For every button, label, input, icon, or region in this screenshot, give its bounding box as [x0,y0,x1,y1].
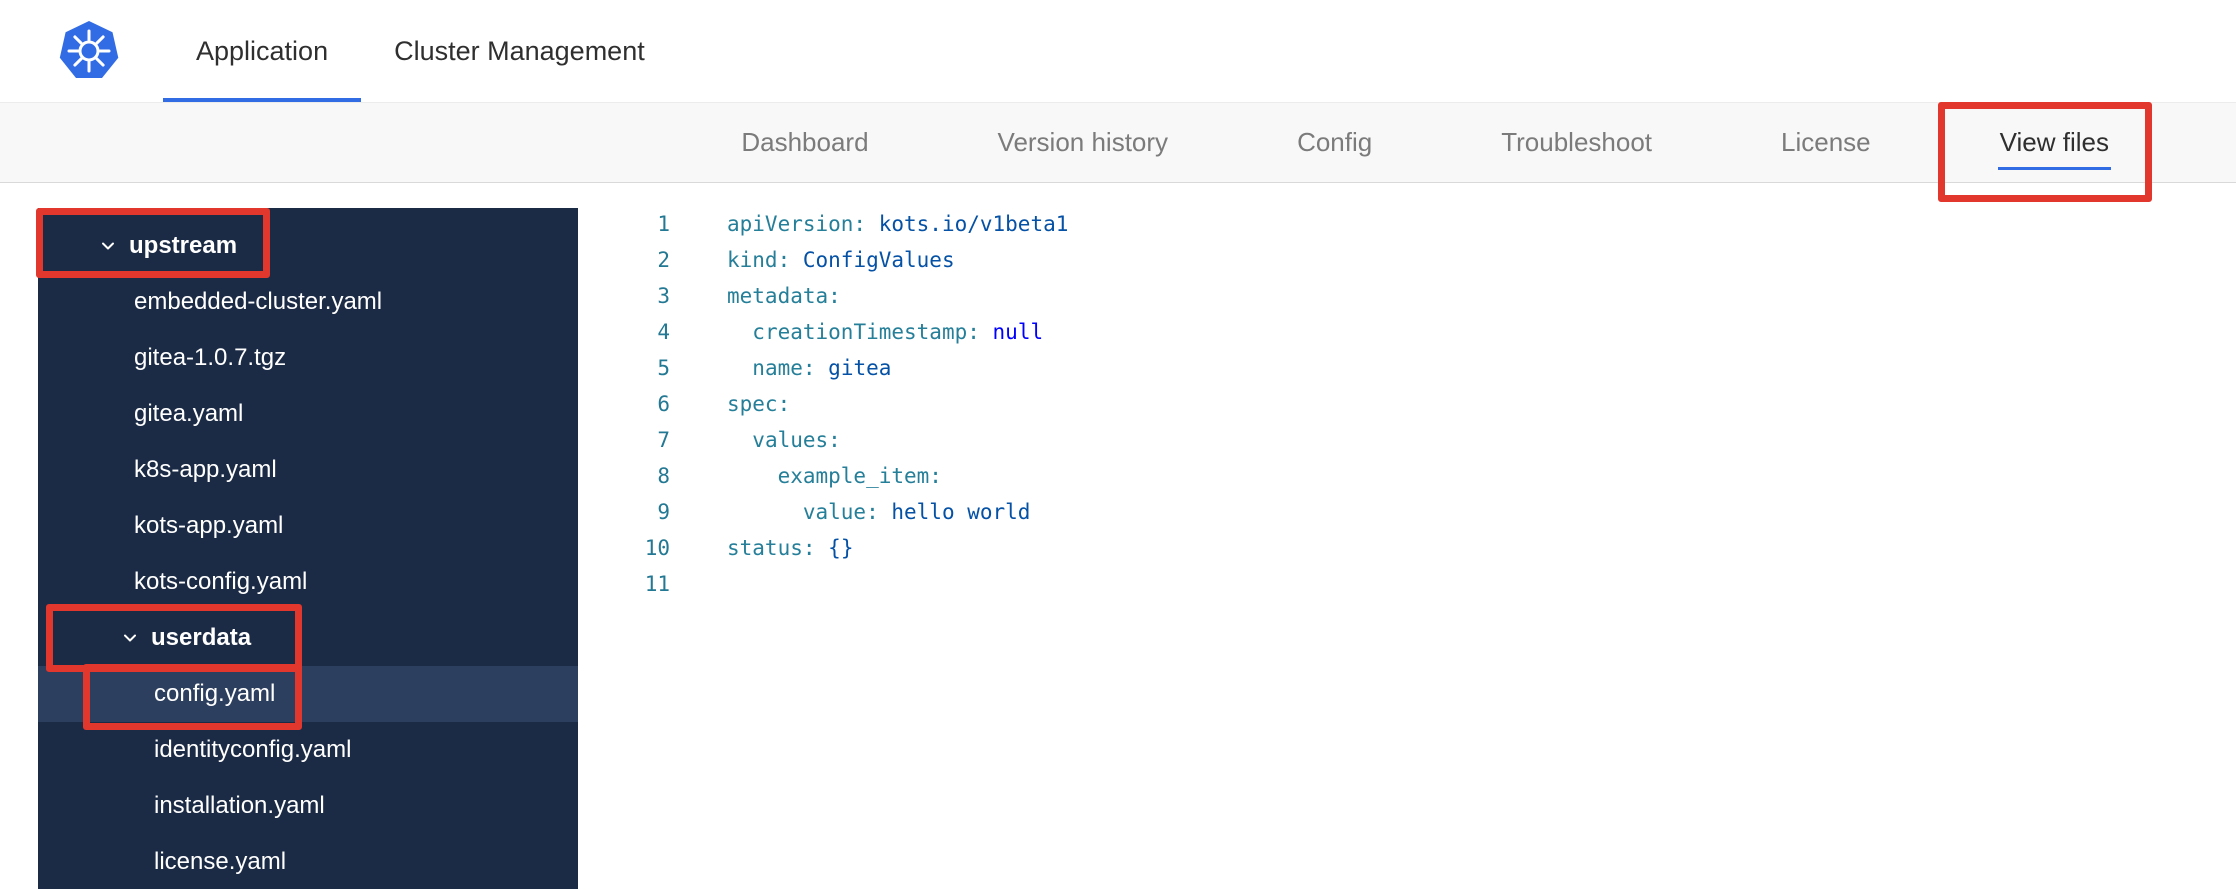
tree-item-label: kots-app.yaml [134,512,284,539]
line-number: 10 [644,536,670,560]
line-number: 11 [644,572,670,596]
app-subnav: Dashboard Version history Config Troublesho… [0,103,2236,183]
tree-file-gitea-yaml[interactable]: gitea.yaml [38,386,578,442]
tree-file-kots-config-yaml[interactable]: kots-config.yaml [38,554,578,610]
tree-item-label: installation.yaml [154,792,325,819]
main-area: upstream embedded-cluster.yaml gitea-1.0.7… [0,183,2236,889]
code-line: 4 creationTimestamp: null [578,314,2236,350]
chevron-down-icon [98,236,118,256]
tree-item-label: config.yaml [154,680,276,707]
code-line: 11 [578,566,2236,602]
tree-dir-userdata[interactable]: userdata [38,610,578,666]
code-text: apiVersion: kots.io/v1beta1 [727,212,1069,236]
line-number: 9 [657,500,670,524]
tree-item-label: license.yaml [154,848,287,875]
code-line: 6 spec: [578,386,2236,422]
line-number: 8 [657,464,670,488]
line-number: 5 [657,356,670,380]
topnav-tab-application[interactable]: Application [163,0,362,102]
tree-file-kots-app-yaml[interactable]: kots-app.yaml [38,498,578,554]
code-line: 3 metadata: [578,278,2236,314]
code-line: 7 values: [578,422,2236,458]
code-line: 10 status: {} [578,530,2236,566]
code-text: values: [752,428,841,452]
line-number: 6 [657,392,670,416]
tree-item-label: k8s-app.yaml [134,456,277,483]
code-line: 8 example_item: [578,458,2236,494]
tree-file-gitea-1-0-7-tgz[interactable]: gitea-1.0.7.tgz [38,330,578,386]
kubernetes-logo [57,19,121,83]
tree-file-embedded-cluster-yaml[interactable]: embedded-cluster.yaml [38,274,578,330]
subnav-tab-view-files[interactable]: View files [1997,107,2112,178]
tree-item-label: embedded-cluster.yaml [134,288,383,315]
tree-item-label: identityconfig.yaml [154,736,352,763]
code-text: kind: ConfigValues [727,248,955,272]
tree-file-identityconfig-yaml[interactable]: identityconfig.yaml [38,722,578,778]
code-text: example_item: [777,464,942,488]
subnav-tab-dashboard[interactable]: Dashboard [739,107,870,178]
code-text: creationTimestamp: null [752,320,1044,344]
code-text: status: {} [727,536,854,560]
yaml-code-editor[interactable]: 1 apiVersion: kots.io/v1beta1 2 kind: Confi… [578,183,2236,889]
tree-item-label: gitea.yaml [134,400,244,427]
top-navbar: Application Cluster Management [0,0,2236,103]
subnav-tab-troubleshoot[interactable]: Troubleshoot [1499,107,1654,178]
tree-item-label: upstream [129,232,238,259]
chevron-down-icon [120,628,140,648]
tree-file-installation-yaml[interactable]: installation.yaml [38,778,578,834]
line-number: 4 [657,320,670,344]
tree-item-label: gitea-1.0.7.tgz [134,344,287,371]
file-tree-sidebar: upstream embedded-cluster.yaml gitea-1.0.7… [38,208,578,889]
tree-dir-upstream[interactable]: upstream [38,218,578,274]
code-text: spec: [727,392,791,416]
line-number: 2 [657,248,670,272]
code-text: value: hello world [802,500,1031,524]
tree-item-label: userdata [151,624,252,651]
tree-file-license-yaml[interactable]: license.yaml [38,834,578,889]
kubernetes-logo-icon [59,21,119,78]
code-line: 1 apiVersion: kots.io/v1beta1 [578,206,2236,242]
subnav-tab-version-history[interactable]: Version history [996,107,1171,178]
subnav-tab-license[interactable]: License [1779,107,1873,178]
tree-file-config-yaml[interactable]: config.yaml [38,666,578,722]
code-text: metadata: [727,284,841,308]
topnav-tab-cluster-management[interactable]: Cluster Management [361,0,678,102]
tree-file-k8s-app-yaml[interactable]: k8s-app.yaml [38,442,578,498]
line-number: 7 [657,428,670,452]
code-line: 5 name: gitea [578,350,2236,386]
line-number: 1 [657,212,670,236]
tree-item-label: kots-config.yaml [134,568,308,595]
code-line: 9 value: hello world [578,494,2236,530]
topnav-tabs: Application Cluster Management [163,0,678,102]
subnav-tab-config[interactable]: Config [1295,107,1374,178]
code-text: name: gitea [752,356,892,380]
code-line: 2 kind: ConfigValues [578,242,2236,278]
line-number: 3 [657,284,670,308]
